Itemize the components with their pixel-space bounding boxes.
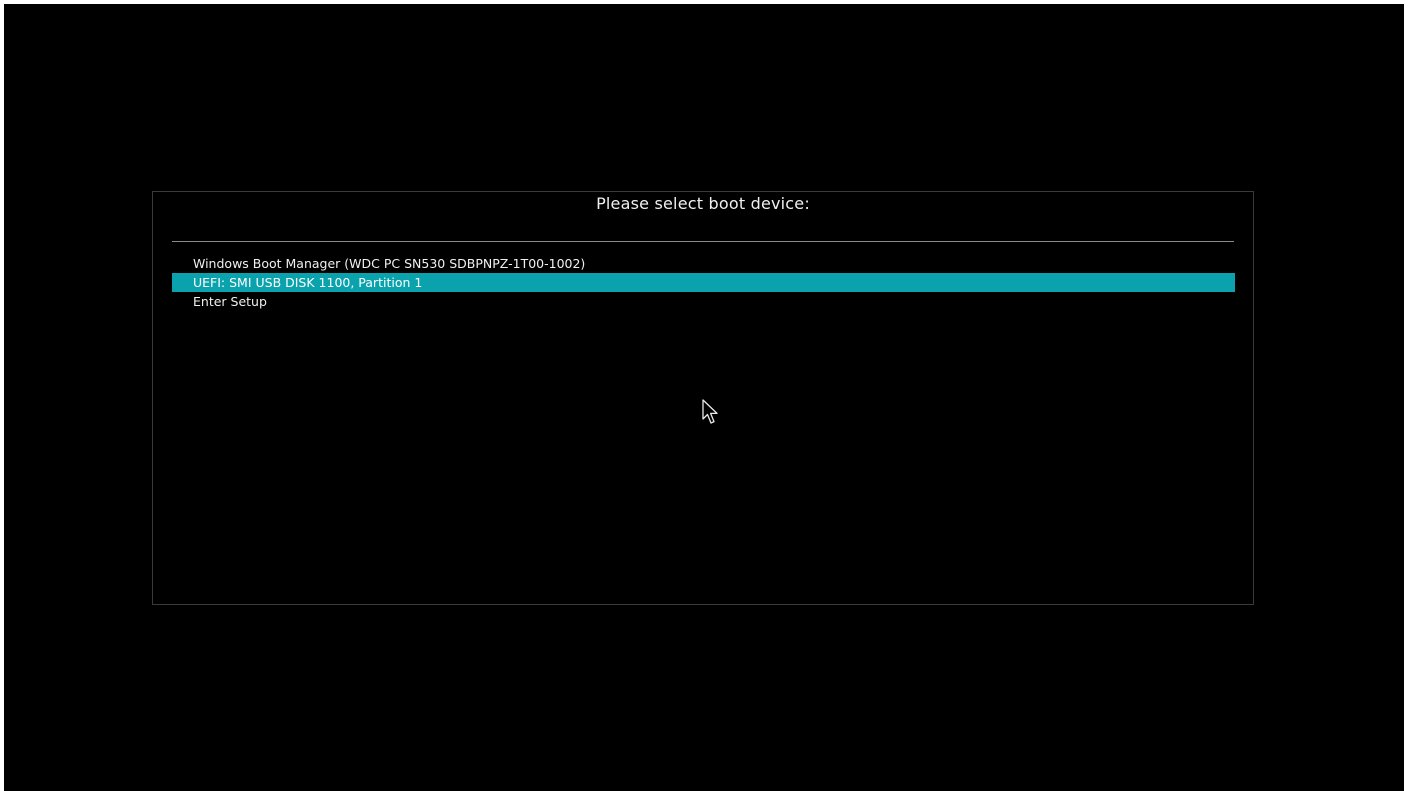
bios-screen: Please select boot device: Windows Boot … (4, 4, 1404, 791)
boot-option-enter-setup[interactable]: Enter Setup (172, 292, 1235, 311)
boot-option-uefi-usb-disk[interactable]: UEFI: SMI USB DISK 1100, Partition 1 (172, 273, 1235, 292)
mouse-pointer-icon (702, 399, 718, 424)
boot-menu-title: Please select boot device: (596, 194, 810, 213)
boot-device-list: Windows Boot Manager (WDC PC SN530 SDBPN… (172, 254, 1235, 311)
boot-menu-dialog: Please select boot device: Windows Boot … (152, 191, 1254, 605)
title-divider (172, 241, 1234, 242)
boot-option-windows-boot-manager[interactable]: Windows Boot Manager (WDC PC SN530 SDBPN… (172, 254, 1235, 273)
